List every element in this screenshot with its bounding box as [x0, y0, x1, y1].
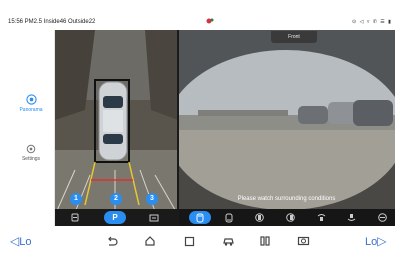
- home-button[interactable]: [142, 234, 158, 248]
- left-temperature-value: Lo: [19, 236, 32, 248]
- status-bar: 15:56 PM2.5 Inside46 Outside22 ⊙ ◁ ▿ ✆ ☰…: [0, 0, 402, 30]
- sidebar-item-panorama[interactable]: Panorama: [8, 94, 54, 113]
- status-icons: ⊙ ◁ ▿ ✆ ☰ ▮: [352, 19, 392, 25]
- back-button[interactable]: [104, 234, 120, 248]
- recents-button[interactable]: [181, 234, 197, 248]
- front-view-label: Front: [271, 31, 317, 43]
- right-temperature[interactable]: Lo▷: [365, 234, 386, 248]
- side-view-button[interactable]: [371, 211, 393, 224]
- camera-icon: [297, 236, 309, 246]
- car-icon: [222, 238, 234, 246]
- rear-view-button[interactable]: [64, 211, 86, 224]
- temp-up-icon: ▷: [377, 234, 387, 248]
- nav-bar: ◁Lo Lo▷: [0, 226, 402, 257]
- right-temperature-value: Lo: [365, 236, 378, 248]
- wide-rear-icon: [347, 214, 355, 221]
- rear-wide-button[interactable]: [340, 211, 362, 224]
- sidebar-item-label: Panorama: [19, 107, 43, 113]
- vehicle-button[interactable]: [220, 234, 236, 248]
- left-temperature[interactable]: ◁Lo: [10, 234, 31, 248]
- camera-rear-icon: [71, 213, 79, 222]
- car-rear-icon: [225, 213, 233, 222]
- sidebar: Panorama Settings: [8, 30, 55, 226]
- recents-icon: [184, 236, 194, 246]
- camera-toolbar: [179, 209, 395, 226]
- left-view-button[interactable]: [248, 211, 270, 224]
- front-view-button[interactable]: [189, 211, 211, 224]
- marker-3: 3: [146, 193, 158, 205]
- sidebar-item-label: Settings: [21, 156, 41, 162]
- 3d-view-button[interactable]: [143, 211, 165, 224]
- warning-message: Please watch surrounding conditions: [237, 196, 336, 202]
- wide-front-icon: [317, 214, 325, 221]
- front-wide-button[interactable]: [310, 211, 332, 224]
- car-right-icon: [285, 213, 295, 222]
- side-view-icon: [377, 213, 387, 222]
- status-text: 15:56 PM2.5 Inside46 Outside22: [8, 19, 96, 25]
- controls-button[interactable]: [257, 234, 273, 248]
- birdseye-view[interactable]: 1 2 3: [55, 30, 178, 226]
- parking-icon: P: [112, 213, 118, 222]
- rear-view-button[interactable]: [218, 211, 240, 224]
- sidebar-item-settings[interactable]: Settings: [8, 144, 54, 162]
- right-view-button[interactable]: [279, 211, 301, 224]
- car-left-icon: [254, 213, 264, 222]
- marker-1: 1: [70, 193, 82, 205]
- back-icon: [108, 236, 118, 246]
- car-front-icon: [196, 213, 204, 222]
- marker-2: 2: [110, 193, 122, 205]
- notification-icon: [206, 18, 214, 24]
- gear-icon: [26, 144, 36, 154]
- home-icon: [145, 236, 155, 246]
- view-3d-icon: [149, 214, 159, 221]
- camera-button[interactable]: [295, 234, 311, 248]
- sliders-icon: [260, 236, 270, 246]
- birdseye-toolbar: P: [55, 209, 178, 226]
- panorama-icon: [25, 94, 37, 105]
- parking-button[interactable]: P: [104, 211, 126, 224]
- temp-down-icon: ◁: [10, 234, 20, 248]
